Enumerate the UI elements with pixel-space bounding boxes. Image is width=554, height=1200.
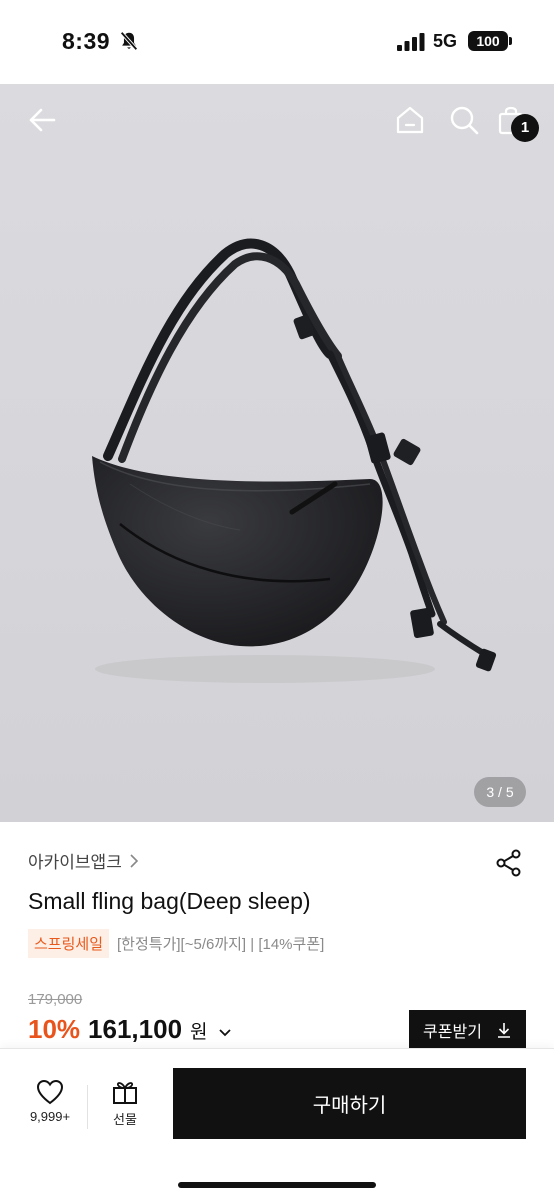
signal-icon [397,33,425,51]
gift-icon [113,1082,137,1104]
coupon-button[interactable]: 쿠폰받기 [409,1010,526,1050]
heart-icon [36,1079,64,1105]
chevron-right-icon [130,853,138,868]
bell-slash-icon [120,31,138,51]
brand-name: 아카이브앱크 [28,853,122,872]
battery-indicator: 100 [468,31,512,51]
promo-text: [한정특가][~5/6까지] | [14%쿠폰] [117,936,325,953]
product-title: Small fling bag(Deep sleep) [28,888,311,914]
status-time: 8:39 [62,28,111,54]
gallery-page-indicator: 3 / 5 [474,777,526,807]
price-row[interactable]: 10% 161,100 원 [28,1014,232,1045]
divider [87,1085,88,1129]
gift-label: 선물 [113,1112,137,1127]
currency-label: 원 [190,1022,208,1043]
status-bar: 8:39 5G 100 [0,0,554,84]
buy-button[interactable]: 구매하기 [173,1068,526,1139]
download-icon [497,1023,510,1038]
home-indicator [178,1182,376,1188]
network-type: 5G [433,31,458,51]
chevron-down-icon [218,1029,231,1037]
brand-link[interactable]: 아카이브앱크 [28,848,140,873]
bottom-action-bar: 9,999+ 선물 구매하기 [0,1048,554,1200]
back-arrow-icon[interactable] [26,104,58,136]
home-icon[interactable] [394,104,426,136]
sale-price: 161,100 [88,1014,183,1044]
promo-tags: 스프링세일 [한정특가][~5/6까지] | [14%쿠폰] [28,929,324,958]
product-gallery[interactable]: 1 3 / 5 [0,84,554,822]
sale-badge: 스프링세일 [28,929,110,958]
search-icon[interactable] [448,104,480,136]
cart-count-badge: 1 [511,114,539,142]
like-count: 9,999+ [29,1109,71,1124]
like-button[interactable]: 9,999+ [20,1079,80,1135]
share-icon[interactable] [494,848,524,878]
gift-button[interactable]: 선물 [98,1079,152,1135]
original-price: 179,000 [28,991,83,1008]
discount-rate: 10% [28,1014,81,1044]
product-image [92,238,497,683]
coupon-button-label: 쿠폰받기 [423,1024,482,1041]
